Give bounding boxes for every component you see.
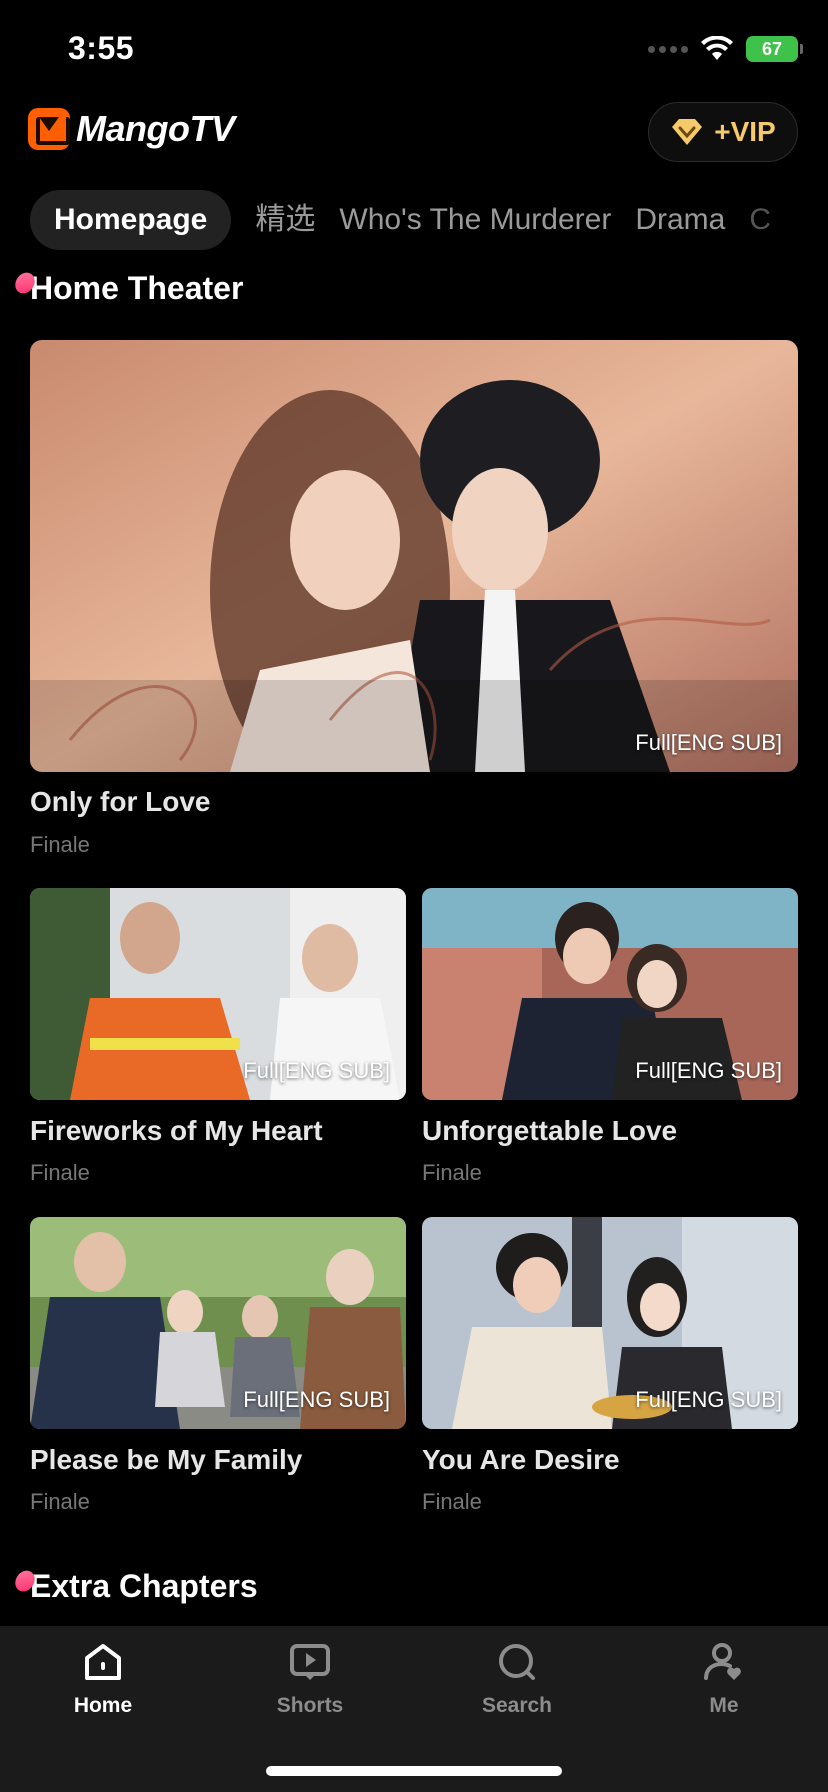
nav-home[interactable]: Home: [28, 1640, 178, 1718]
nav-label: Search: [481, 1694, 553, 1717]
tab-next-partial[interactable]: C: [749, 190, 771, 250]
status-bar: 3:55 67: [0, 0, 828, 100]
tab-whos-the-murderer[interactable]: Who's The Murderer: [339, 190, 611, 250]
vip-button[interactable]: +VIP: [648, 102, 798, 162]
app-header: MangoTV +VIP: [0, 100, 828, 170]
card-subtitle: Finale: [30, 1489, 90, 1514]
hero-subtitle: Finale: [30, 832, 90, 857]
section-title-home-theater: Home Theater: [11, 268, 244, 307]
full-eng-sub-tag: Full[ENG SUB]: [635, 1387, 782, 1412]
nav-label: Me: [709, 1694, 739, 1717]
tab-featured[interactable]: 精选: [255, 190, 315, 250]
logo-text: MangoTV: [76, 108, 235, 149]
status-icons: 67: [648, 36, 803, 62]
section-title-text: Extra Chapters: [30, 1568, 258, 1604]
nav-search[interactable]: Search: [442, 1640, 592, 1718]
full-eng-sub-tag: Full[ENG SUB]: [243, 1387, 390, 1412]
mangotv-logo: MangoTV: [28, 108, 235, 150]
card-subtitle: Finale: [30, 1160, 90, 1185]
poster-card[interactable]: Full[ENG SUB]: [422, 1217, 798, 1429]
battery-level: 67: [761, 38, 783, 59]
poster-card[interactable]: Full[ENG SUB]: [30, 888, 406, 1100]
section-title-extra-chapters: Extra Chapters: [11, 1566, 258, 1605]
profile-icon: [704, 1643, 741, 1680]
section-title-text: Home Theater: [30, 270, 244, 306]
cellular-signal-icon: [648, 45, 688, 53]
play-icon: [290, 1644, 330, 1680]
home-icon: [85, 1644, 121, 1680]
tab-homepage[interactable]: Homepage: [30, 190, 232, 250]
nav-me[interactable]: Me: [649, 1640, 799, 1718]
card-title[interactable]: Unforgettable Love: [422, 1115, 677, 1147]
tab-drama[interactable]: Drama: [635, 190, 725, 250]
nav-shorts[interactable]: Shorts: [235, 1640, 385, 1718]
category-tabs: Homepage 精选 Who's The Murderer Drama C: [30, 190, 828, 250]
nav-label: Shorts: [276, 1694, 344, 1717]
full-eng-sub-tag: Full[ENG SUB]: [243, 1058, 390, 1083]
card-title[interactable]: You Are Desire: [422, 1444, 620, 1476]
diamond-icon: [672, 119, 703, 145]
full-eng-sub-tag: Full[ENG SUB]: [635, 730, 782, 755]
card-title[interactable]: Fireworks of My Heart: [30, 1115, 323, 1147]
home-indicator: [266, 1766, 562, 1776]
battery-icon: 67: [746, 36, 803, 62]
hero-poster-image: [30, 340, 798, 772]
poster-card[interactable]: Full[ENG SUB]: [30, 1217, 406, 1429]
status-time: 3:55: [68, 30, 135, 66]
full-eng-sub-tag: Full[ENG SUB]: [635, 1058, 782, 1083]
search-icon: [499, 1644, 535, 1680]
wifi-icon: [701, 36, 733, 60]
card-subtitle: Finale: [422, 1160, 482, 1185]
nav-label: Home: [73, 1694, 133, 1717]
card-title[interactable]: Please be My Family: [30, 1444, 302, 1476]
mango-logo-icon: [28, 108, 70, 150]
card-subtitle: Finale: [422, 1489, 482, 1514]
hero-poster[interactable]: Full[ENG SUB]: [30, 340, 798, 772]
poster-card[interactable]: Full[ENG SUB]: [422, 888, 798, 1100]
hero-title[interactable]: Only for Love: [30, 786, 210, 818]
vip-label: +VIP: [714, 116, 776, 147]
